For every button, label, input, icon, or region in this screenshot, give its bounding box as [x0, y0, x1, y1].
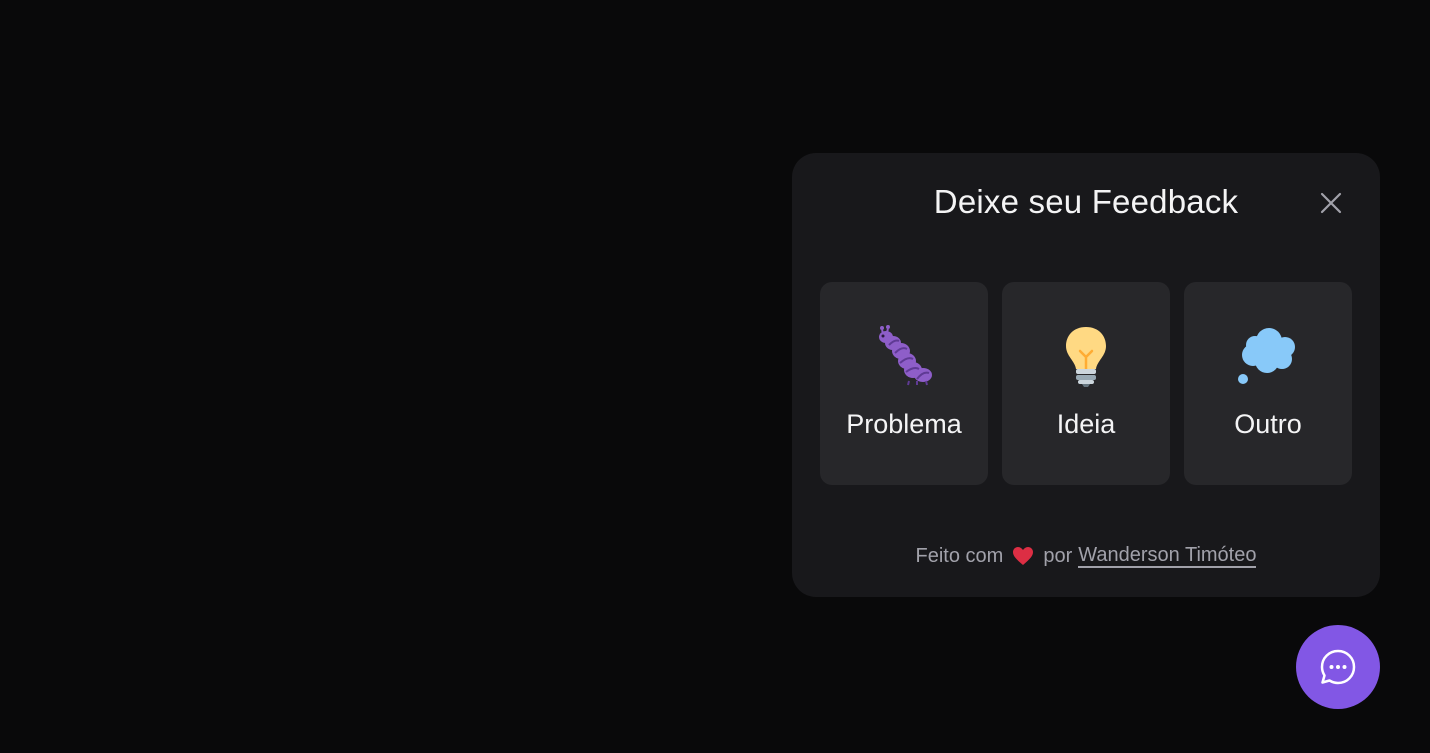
- widget-header: Deixe seu Feedback: [792, 153, 1380, 253]
- close-icon: [1320, 192, 1342, 214]
- author-link[interactable]: Wanderson Timóteo: [1078, 544, 1257, 568]
- page: Deixe seu Feedback Problema Ideia Outro …: [0, 0, 1430, 753]
- lightbulb-icon: [1053, 323, 1119, 389]
- feedback-toggle-button[interactable]: [1296, 625, 1380, 709]
- close-button[interactable]: [1316, 188, 1346, 218]
- option-label: Outro: [1234, 409, 1302, 439]
- option-label: Ideia: [1056, 409, 1116, 439]
- chat-bubble-icon: [1320, 649, 1356, 685]
- feedback-type-options: Problema Ideia Outro: [820, 282, 1352, 485]
- option-problema[interactable]: Problema: [820, 282, 988, 485]
- bug-icon: [871, 323, 937, 389]
- widget-footer: Feito com por Wanderson Timóteo: [792, 544, 1380, 568]
- feedback-widget: Deixe seu Feedback Problema Ideia Outro …: [792, 153, 1380, 597]
- footer-prefix: Feito com: [915, 544, 1004, 567]
- heart-icon: [1009, 545, 1037, 567]
- option-label: Problema: [846, 409, 962, 439]
- footer-middle: por: [1043, 544, 1073, 567]
- widget-title: Deixe seu Feedback: [933, 183, 1239, 220]
- option-ideia[interactable]: Ideia: [1002, 282, 1170, 485]
- option-outro[interactable]: Outro: [1184, 282, 1352, 485]
- thought-balloon-icon: [1235, 323, 1301, 389]
